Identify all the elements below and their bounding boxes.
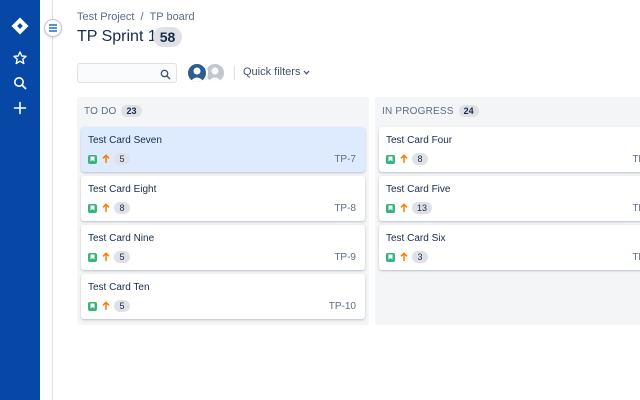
card-footer: 8 — [88, 202, 130, 214]
card-title: Test Card Five — [386, 184, 451, 195]
global-sidebar — [0, 0, 40, 400]
hamburger-icon — [49, 24, 57, 32]
plus-icon[interactable] — [8, 96, 32, 120]
column-count-badge: 23 — [121, 105, 142, 117]
card-footer: 5 — [88, 300, 130, 312]
priority-high-icon — [101, 252, 110, 263]
priority-high-icon — [399, 154, 408, 165]
page-title: TP Sprint 1 — [77, 28, 157, 45]
user-icon — [190, 67, 204, 82]
issue-key[interactable]: TP-6 — [632, 252, 640, 263]
breadcrumb-board-link[interactable]: TP board — [150, 11, 195, 23]
card-title: Test Card Ten — [88, 282, 150, 293]
story-points-badge: 8 — [114, 202, 130, 214]
issue-key[interactable]: TP-8 — [334, 203, 356, 214]
card-footer: 5 — [88, 251, 130, 263]
search-input[interactable] — [78, 65, 158, 83]
issue-card[interactable]: Test Card Five 13 TP-5 — [379, 176, 640, 221]
quick-filters-label: Quick filters — [243, 66, 301, 78]
search-field[interactable] — [77, 63, 177, 83]
user-icon — [208, 67, 222, 82]
story-icon — [386, 252, 395, 262]
menu-toggle-button[interactable] — [44, 19, 62, 37]
issue-card[interactable]: Test Card Seven 5 TP-7 — [81, 127, 365, 172]
issue-key[interactable]: TP-10 — [329, 301, 356, 312]
story-icon — [88, 252, 97, 262]
card-title: Test Card Eight — [88, 184, 157, 195]
story-icon — [88, 301, 97, 311]
column-title: TO DO — [84, 105, 117, 117]
board-column-todo: TO DO 23 Test Card Seven 5 TP-7 Test Car… — [77, 97, 369, 325]
jira-logo-icon[interactable] — [8, 14, 32, 38]
card-title: Test Card Seven — [88, 135, 162, 146]
breadcrumb-project-link[interactable]: Test Project — [77, 11, 134, 23]
story-points-badge: 8 — [412, 153, 428, 165]
story-points-badge: 3 — [412, 251, 428, 263]
story-icon — [88, 154, 97, 164]
issue-card[interactable]: Test Card Nine 5 TP-9 — [81, 225, 365, 270]
story-icon — [386, 154, 395, 164]
card-footer: 13 — [386, 202, 433, 214]
priority-high-icon — [101, 301, 110, 312]
issue-card[interactable]: Test Card Six 3 TP-6 — [379, 225, 640, 270]
priority-high-icon — [399, 203, 408, 214]
quick-filters-dropdown[interactable]: Quick filters — [243, 66, 310, 78]
story-icon — [386, 203, 395, 213]
card-footer: 3 — [386, 251, 428, 263]
priority-high-icon — [101, 203, 110, 214]
story-points-badge: 5 — [114, 300, 130, 312]
chevron-down-icon — [303, 70, 310, 75]
issue-card[interactable]: Test Card Ten 5 TP-10 — [81, 274, 365, 319]
issue-key[interactable]: TP-5 — [632, 203, 640, 214]
column-header: TO DO 23 — [84, 105, 142, 117]
story-points-badge: 5 — [114, 251, 130, 263]
board-column-in-progress: IN PROGRESS 24 Test Card Four 8 TP-4 Tes… — [375, 97, 640, 325]
story-points-badge: 5 — [114, 153, 130, 165]
card-title: Test Card Nine — [88, 233, 155, 244]
breadcrumb: Test Project / TP board — [77, 11, 195, 23]
card-title: Test Card Four — [386, 135, 453, 146]
star-icon[interactable] — [8, 46, 32, 70]
column-count-badge: 24 — [458, 105, 479, 117]
card-footer: 5 — [88, 153, 130, 165]
issue-card[interactable]: Test Card Four 8 TP-4 — [379, 127, 640, 172]
issue-count-badge: 58 — [153, 27, 182, 47]
story-icon — [88, 203, 97, 213]
column-header: IN PROGRESS 24 — [382, 105, 479, 117]
avatar-user-1[interactable] — [186, 62, 208, 84]
search-icon — [160, 67, 171, 85]
column-title: IN PROGRESS — [382, 105, 454, 117]
issue-card[interactable]: Test Card Eight 8 TP-8 — [81, 176, 365, 221]
issue-key[interactable]: TP-7 — [334, 154, 356, 165]
card-footer: 8 — [386, 153, 428, 165]
card-title: Test Card Six — [386, 233, 446, 244]
toolbar-divider — [234, 66, 235, 80]
story-points-badge: 13 — [412, 202, 433, 214]
issue-key[interactable]: TP-4 — [632, 154, 640, 165]
breadcrumb-separator: / — [140, 11, 144, 23]
priority-high-icon — [101, 154, 110, 165]
sidebar-collapse-strip — [40, 0, 53, 400]
priority-high-icon — [399, 252, 408, 263]
search-icon[interactable] — [8, 71, 32, 95]
issue-key[interactable]: TP-9 — [334, 252, 356, 263]
